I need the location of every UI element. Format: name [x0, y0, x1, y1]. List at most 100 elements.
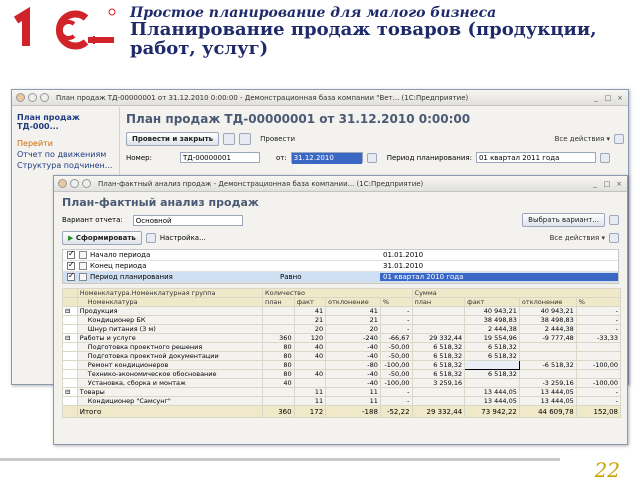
value-cell[interactable]: -6 518,32 [518, 360, 577, 370]
table-row[interactable]: Установка, сборка и монтаж 40 -40 -100,00 3 … [62, 378, 622, 388]
value-cell[interactable]: 6 518,32 [411, 351, 466, 361]
help-icon[interactable] [609, 215, 619, 225]
minimize-icon[interactable]: _ [591, 94, 601, 102]
value-cell[interactable]: - [575, 387, 622, 397]
row-group-toggle[interactable] [62, 315, 78, 325]
value-cell[interactable]: -80 [325, 360, 381, 370]
value-cell[interactable]: 40 [293, 342, 327, 352]
table-row[interactable]: Кондиционер "Самсунг" 11 11-13 444,05 13 44… [62, 396, 622, 406]
value-cell[interactable]: 11 [293, 387, 327, 397]
table-row[interactable]: Технико-экономическое обоснование 80 40 -40… [62, 369, 622, 379]
table-row[interactable]: Подготовка проектного решения 80 40 -40 -50,… [62, 342, 622, 352]
value-cell[interactable]: 80 [262, 342, 295, 352]
sidebar-link-movements[interactable]: Отчет по движениям [17, 150, 114, 159]
value-cell[interactable]: - [379, 387, 413, 397]
value-cell[interactable]: - [575, 315, 622, 325]
table-row[interactable]: Шнур питания (3 м) 20 20-2 444,38 2 444,38- [62, 324, 622, 334]
value-cell[interactable]: 40 [293, 369, 327, 379]
value-cell[interactable]: 3 259,16 [411, 378, 466, 388]
forward-icon[interactable] [82, 179, 91, 188]
param-row[interactable]: Период планирования Равно 01 квартал 201… [63, 271, 618, 283]
value-cell[interactable]: 80 [262, 369, 295, 379]
close-icon[interactable]: × [614, 180, 624, 188]
settings-link[interactable]: Настройка... [160, 234, 206, 242]
value-cell[interactable] [411, 324, 466, 334]
row-group-toggle[interactable] [62, 360, 78, 370]
table-row[interactable]: ⊟ Продукция 41 41-40 943,21 40 943,21- [62, 306, 622, 316]
value-cell[interactable]: 29 332,44 [411, 333, 466, 343]
value-cell[interactable]: 38 498,83 [464, 315, 520, 325]
value-cell[interactable]: -40 [325, 342, 381, 352]
table-row[interactable]: ⊟ Товары 11 11-13 444,05 13 444,05- [62, 387, 622, 397]
value-cell[interactable]: -50,00 [379, 351, 413, 361]
calendar-icon[interactable] [366, 152, 377, 163]
row-group-toggle[interactable]: ⊟ [62, 387, 78, 397]
maximize-icon[interactable]: □ [603, 94, 613, 102]
all-actions-menu[interactable]: Все действия ▾ [550, 234, 605, 242]
date-field[interactable]: 31.12.2010 0:00:00 [290, 152, 363, 172]
value-cell[interactable] [262, 396, 295, 406]
post-button[interactable]: Провести [255, 133, 300, 145]
value-cell[interactable]: 40 943,21 [464, 306, 520, 316]
value-cell[interactable] [411, 306, 466, 316]
value-cell[interactable]: 40 [293, 351, 327, 361]
value-cell[interactable]: 6 518,32 [464, 351, 520, 361]
value-cell[interactable] [464, 360, 520, 370]
post-icon[interactable] [239, 133, 252, 145]
param-value[interactable]: 31.01.2010 [380, 262, 618, 270]
value-cell[interactable]: - [379, 396, 413, 406]
value-cell[interactable]: 11 [325, 387, 381, 397]
param-value[interactable]: 01.01.2010 [380, 251, 618, 259]
value-cell[interactable] [575, 351, 622, 361]
value-cell[interactable] [262, 324, 295, 334]
checkbox[interactable] [67, 249, 75, 259]
param-row[interactable]: Начало периода 01.01.2010 [63, 249, 618, 261]
forward-icon[interactable] [40, 93, 49, 102]
value-cell[interactable] [518, 369, 577, 379]
value-cell[interactable] [518, 342, 577, 352]
value-cell[interactable]: 11 [293, 396, 327, 406]
back-icon[interactable] [28, 93, 37, 102]
value-cell[interactable]: 80 [262, 351, 295, 361]
value-cell[interactable]: - [575, 396, 622, 406]
value-cell[interactable]: -33,33 [575, 333, 622, 343]
value-cell[interactable]: -3 259,16 [518, 378, 577, 388]
period-field[interactable]: 01 квартал 2011 года [475, 152, 596, 163]
value-cell[interactable]: 120 [293, 333, 327, 343]
row-group-toggle[interactable] [62, 342, 78, 352]
value-cell[interactable] [293, 360, 327, 370]
table-row[interactable]: Подготовка проектной документации 80 40 -40… [62, 351, 622, 361]
save-icon[interactable] [223, 133, 236, 145]
value-cell[interactable] [518, 351, 577, 361]
value-cell[interactable] [575, 342, 622, 352]
close-icon[interactable]: × [615, 94, 625, 102]
generate-button[interactable]: ▶ Сформировать [62, 231, 142, 245]
value-cell[interactable] [411, 396, 466, 406]
value-cell[interactable]: - [379, 324, 413, 334]
sidebar-link-structure[interactable]: Структура подчинен... [17, 161, 114, 170]
value-cell[interactable]: 6 518,32 [411, 369, 466, 379]
number-field[interactable]: ТД-00000001 [180, 152, 260, 163]
value-cell[interactable]: - [379, 306, 413, 316]
value-cell[interactable]: 40 [262, 378, 295, 388]
value-cell[interactable]: 13 444,05 [464, 396, 520, 406]
value-cell[interactable]: - [379, 315, 413, 325]
value-cell[interactable]: 19 554,96 [464, 333, 520, 343]
value-cell[interactable]: 2 444,38 [518, 324, 577, 334]
value-cell[interactable]: -40 [325, 369, 381, 379]
value-cell[interactable] [411, 387, 466, 397]
minimize-icon[interactable]: _ [590, 180, 600, 188]
settings-icon[interactable] [145, 233, 156, 243]
value-cell[interactable]: 41 [325, 306, 381, 316]
value-cell[interactable]: - [575, 324, 622, 334]
table-row[interactable]: ⊟ Работы и услуге 360 120 -240 -66,67 29 332,4… [62, 333, 622, 343]
value-cell[interactable]: 20 [293, 324, 327, 334]
sidebar-doc-link[interactable]: План продаж ТД-000... [17, 113, 114, 131]
table-row[interactable]: Кондиционер БК 21 21-38 498,83 38 498,83- [62, 315, 622, 325]
value-cell[interactable]: 13 444,05 [518, 396, 577, 406]
value-cell[interactable]: 11 [325, 396, 381, 406]
param-row[interactable]: Конец периода 31.01.2010 [63, 260, 618, 272]
value-cell[interactable]: 2 444,38 [464, 324, 520, 334]
value-cell[interactable]: -100,00 [575, 378, 622, 388]
value-cell[interactable]: 6 518,32 [411, 360, 466, 370]
